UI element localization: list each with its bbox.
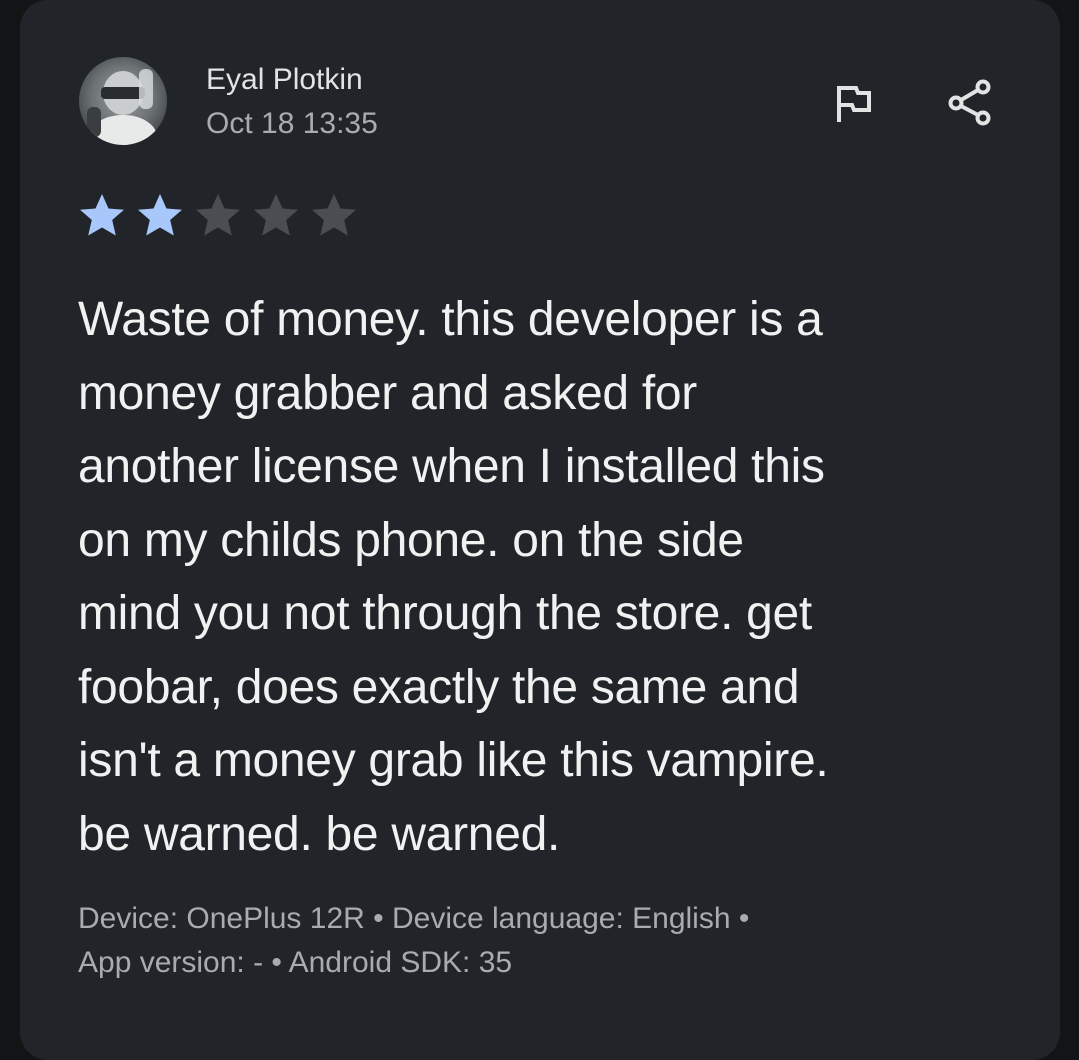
- star-empty-icon: [196, 194, 240, 236]
- flag-icon: [837, 86, 871, 122]
- device-line: Device: OnePlus 12R • Device language: E…: [78, 902, 750, 935]
- review-text-line: on my childs phone. on the side: [78, 513, 744, 567]
- review-text-line: Waste of money. this developer is a: [78, 293, 823, 346]
- review-text-line: money grabber and asked for: [78, 366, 697, 420]
- review-card: Eyal Plotkin Oct 18 13:35 Waste of money…: [20, 0, 1060, 1060]
- app-version-line: App version: - • Android SDK: 35: [78, 946, 513, 979]
- review-text-line: foobar, does exactly the same and: [78, 660, 800, 714]
- star-filled-icon: [80, 194, 124, 236]
- review-text-line: another license when I installed this: [78, 440, 825, 493]
- device-info: Device: OnePlus 12R • Device language: E…: [78, 897, 1038, 985]
- author-name: Eyal Plotkin: [206, 63, 363, 96]
- star-rating: [78, 192, 368, 238]
- star-filled-icon: [138, 194, 182, 236]
- review-text: Waste of money. this developer is a mone…: [78, 283, 1038, 871]
- review-date: Oct 18 13:35: [206, 107, 378, 140]
- share-icon: [948, 79, 991, 126]
- star-empty-icon: [254, 194, 298, 236]
- review-text-line: mind you not through the store. get: [78, 587, 812, 640]
- avatar[interactable]: [79, 57, 167, 145]
- share-button[interactable]: [942, 74, 998, 130]
- avatar-image: [79, 57, 167, 145]
- review-text-line: be warned. be warned.: [78, 807, 561, 861]
- review-text-line: isn't a money grab like this vampire.: [78, 734, 829, 787]
- report-button[interactable]: [826, 76, 882, 132]
- star-empty-icon: [312, 194, 356, 236]
